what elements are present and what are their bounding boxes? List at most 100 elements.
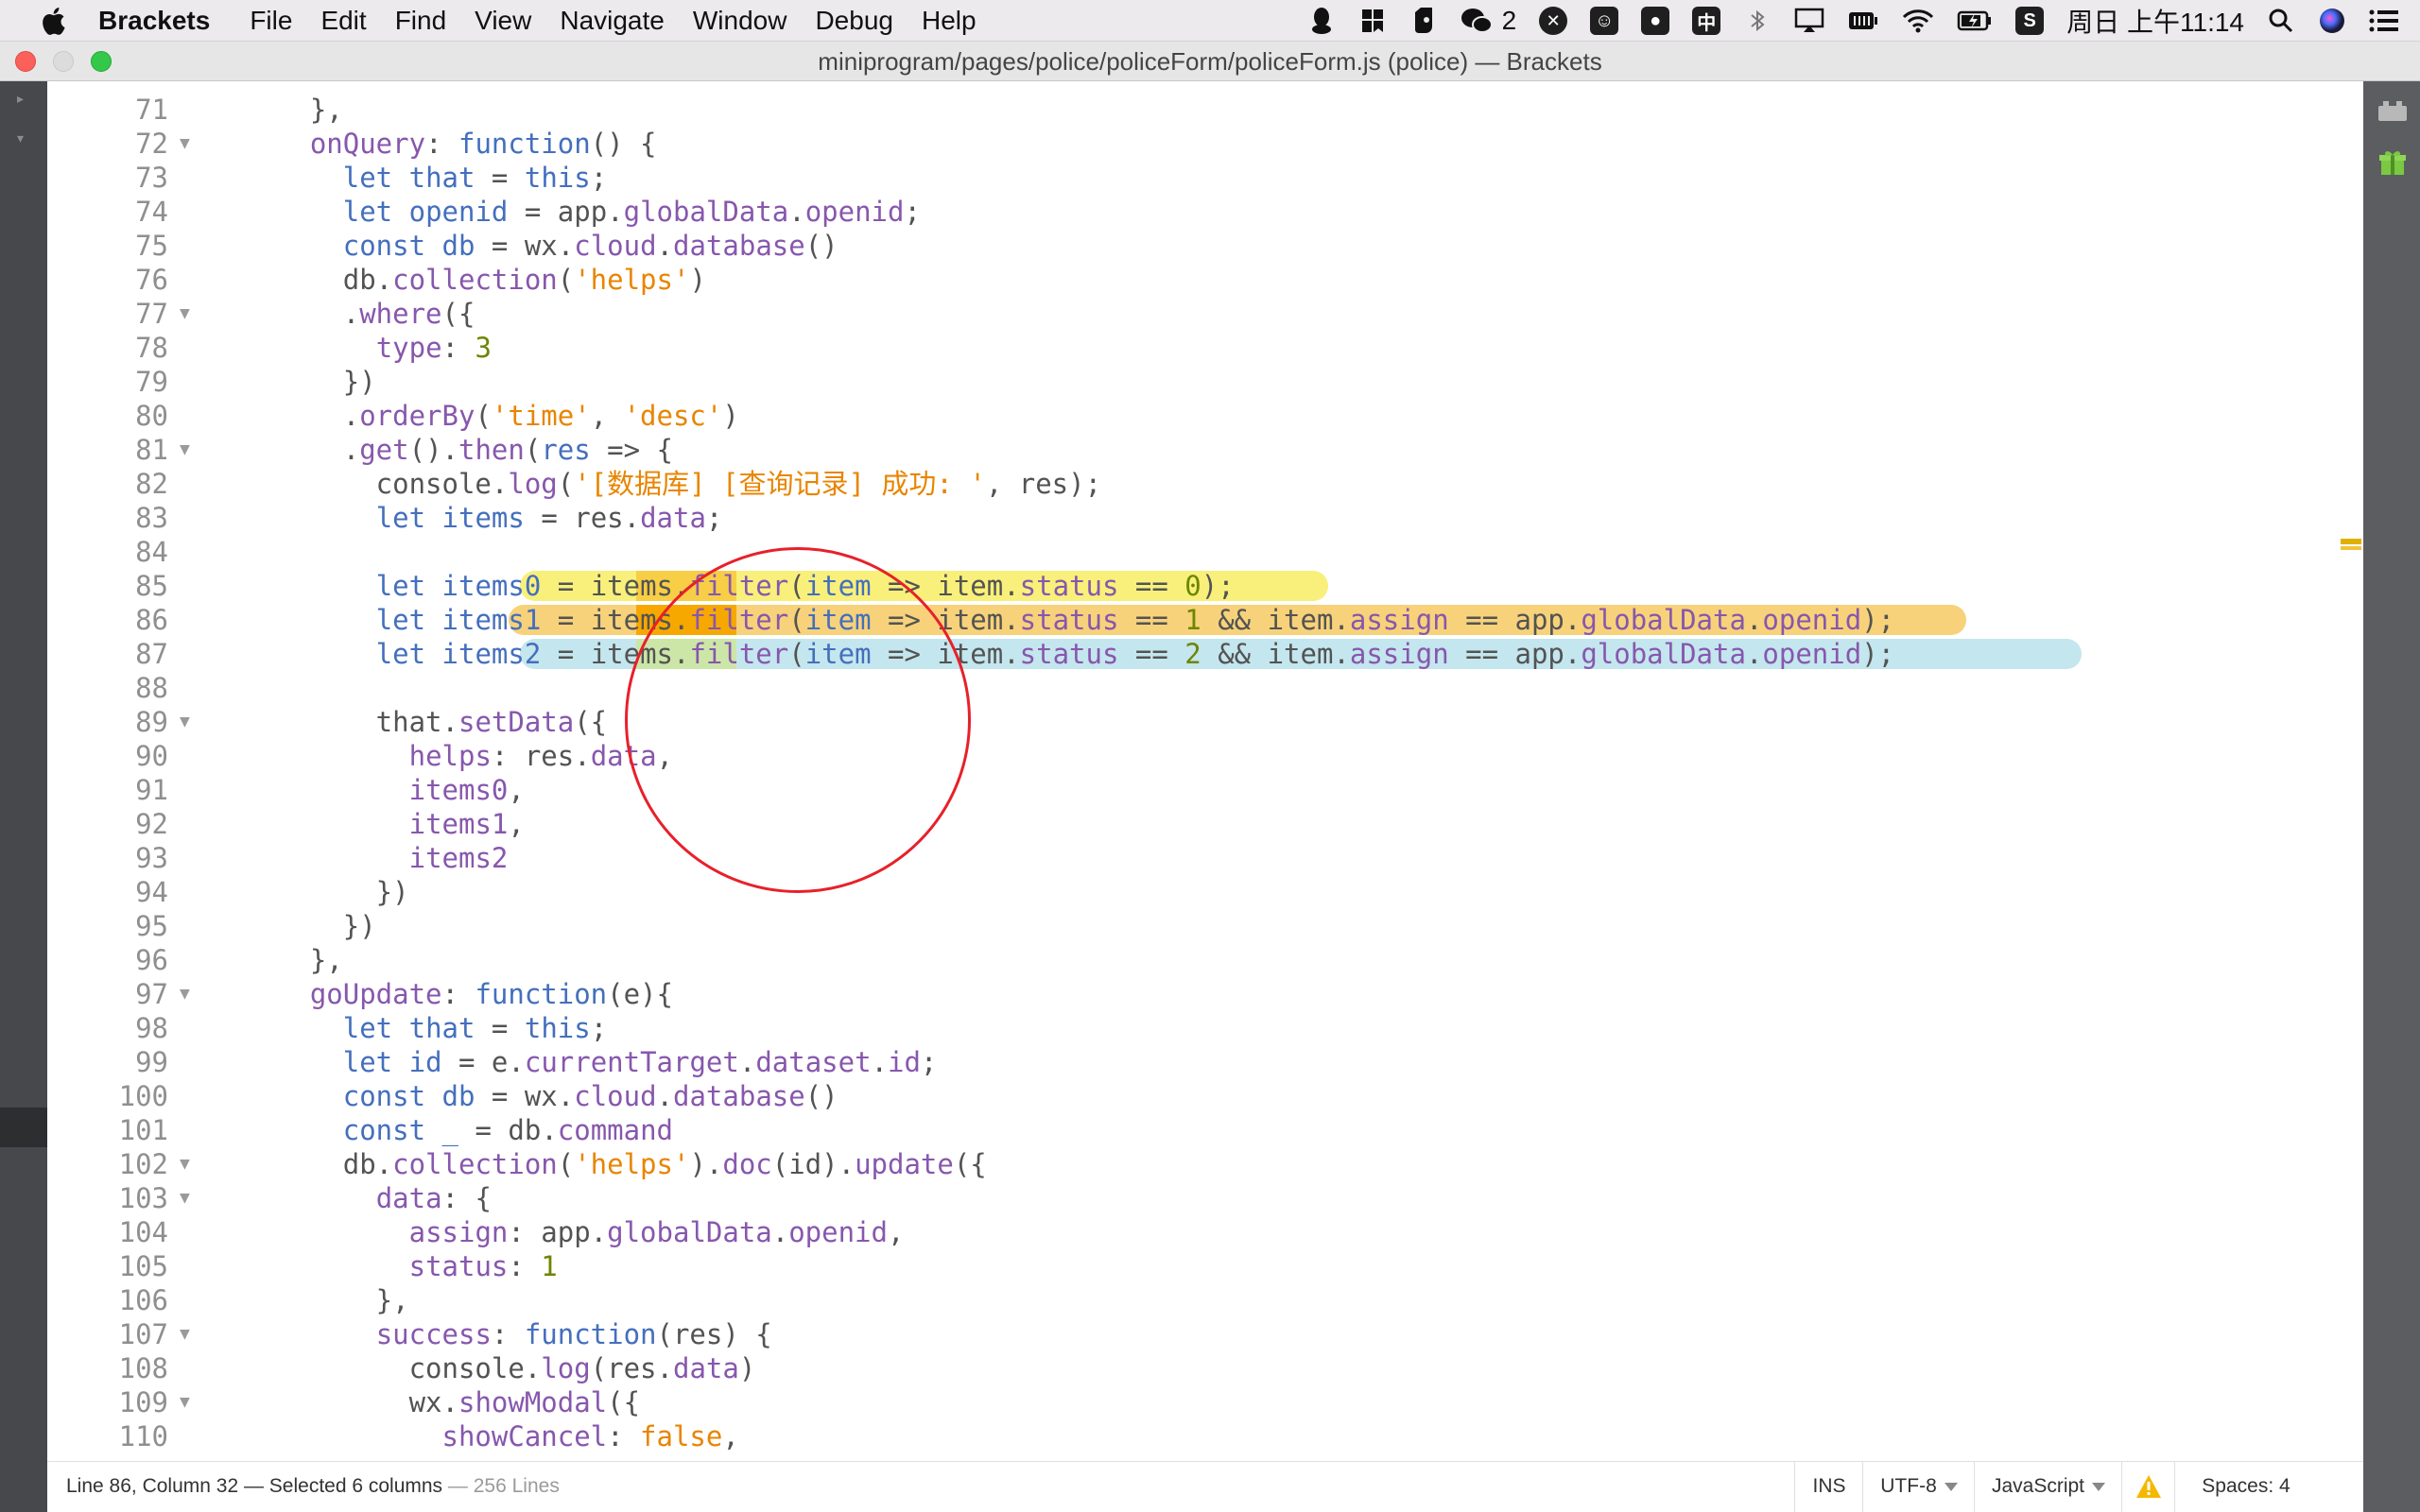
evernote-icon[interactable] bbox=[1409, 7, 1438, 35]
menu-file[interactable]: File bbox=[250, 6, 292, 36]
code-token: that bbox=[408, 162, 475, 194]
spotlight-icon[interactable] bbox=[2267, 7, 2295, 35]
s-app-icon[interactable]: S bbox=[2015, 7, 2045, 35]
cursor-position[interactable]: Line 86, Column 32 — Selected 6 columns … bbox=[66, 1462, 560, 1511]
code-token: . bbox=[244, 434, 360, 466]
menu-help[interactable]: Help bbox=[922, 6, 977, 36]
notification-center-icon[interactable] bbox=[2369, 7, 2399, 35]
code-token: let bbox=[375, 604, 426, 636]
menu-debug[interactable]: Debug bbox=[815, 6, 893, 36]
emoji-icon[interactable]: ☺ bbox=[1590, 7, 1619, 35]
line-number: 77 bbox=[135, 298, 168, 330]
fold-toggle-icon[interactable]: ▼ bbox=[180, 433, 190, 467]
fold-toggle-icon[interactable]: ▼ bbox=[180, 705, 190, 739]
line-number: 99 bbox=[135, 1046, 168, 1078]
code-editor[interactable]: 71 }, 72 ▼ onQuery: function() {73 let tha… bbox=[47, 81, 2363, 1461]
code-token: function bbox=[458, 128, 591, 160]
code-text: const db = wx.cloud.database() bbox=[244, 229, 838, 263]
fold-toggle-icon[interactable]: ▼ bbox=[180, 977, 190, 1011]
code-token: ; bbox=[705, 502, 723, 534]
code-token: openid bbox=[804, 196, 905, 228]
sidebar-selected-item[interactable] bbox=[0, 1108, 47, 1147]
sidebar[interactable]: ▸ ▾ bbox=[0, 81, 47, 1512]
code-token: && item. bbox=[1201, 638, 1350, 670]
airplay-icon[interactable] bbox=[1794, 7, 1824, 35]
language-select[interactable]: JavaScript bbox=[1974, 1462, 2122, 1512]
line-number: 100 bbox=[118, 1080, 168, 1112]
battery-icon[interactable] bbox=[1847, 7, 1879, 35]
macos-menubar: Brackets File Edit Find View Navigate Wi… bbox=[0, 0, 2420, 42]
spaces-value[interactable]: 4 bbox=[2279, 1475, 2290, 1497]
code-token: items0 bbox=[408, 774, 509, 806]
chevron-down-icon bbox=[1944, 1482, 1958, 1491]
insert-mode-toggle[interactable]: INS bbox=[1794, 1462, 1863, 1512]
code-token: data bbox=[672, 1352, 739, 1384]
code-token: let bbox=[342, 162, 393, 194]
line-number: 110 bbox=[118, 1420, 168, 1452]
line-number: 73 bbox=[135, 162, 168, 194]
fold-toggle-icon[interactable]: ▼ bbox=[180, 127, 190, 161]
menu-view[interactable]: View bbox=[475, 6, 531, 36]
line-number: 76 bbox=[135, 264, 168, 296]
siri-icon[interactable] bbox=[2318, 7, 2346, 35]
clock[interactable]: 周日 上午11:14 bbox=[2066, 2, 2244, 40]
fold-toggle-icon[interactable]: ▼ bbox=[180, 1147, 190, 1181]
fold-toggle-icon[interactable]: ▼ bbox=[180, 1385, 190, 1419]
apple-menu-icon[interactable] bbox=[34, 7, 72, 35]
code-token: }, bbox=[244, 1284, 409, 1316]
code-token: db. bbox=[244, 264, 393, 296]
encoding-select[interactable]: UTF-8 bbox=[1862, 1462, 1975, 1512]
code-token: let bbox=[342, 1012, 393, 1044]
warning-icon bbox=[2136, 1475, 2161, 1499]
code-token: = e. bbox=[441, 1046, 525, 1078]
code-token: (e){ bbox=[607, 978, 673, 1010]
fold-toggle-icon[interactable]: ▼ bbox=[180, 1317, 190, 1351]
mic-icon[interactable]: ● bbox=[1641, 7, 1670, 35]
fold-toggle-icon[interactable]: ▼ bbox=[180, 1181, 190, 1215]
menu-find[interactable]: Find bbox=[395, 6, 446, 36]
code-token: let bbox=[375, 502, 426, 534]
bookmark-icon[interactable] bbox=[1358, 7, 1387, 35]
code-text: }) bbox=[244, 365, 376, 399]
scrollbar-match-marker[interactable] bbox=[2341, 546, 2361, 550]
code-text: status: 1 bbox=[244, 1249, 558, 1283]
scrollbar-match-marker[interactable] bbox=[2341, 539, 2361, 544]
code-token: openid bbox=[788, 1216, 888, 1248]
live-preview-icon[interactable] bbox=[2377, 147, 2409, 180]
code-token: == bbox=[1118, 604, 1185, 636]
menu-app-name[interactable]: Brackets bbox=[98, 6, 210, 36]
code-token: collection bbox=[392, 264, 558, 296]
code-token: = bbox=[475, 162, 525, 194]
extension-manager-icon[interactable] bbox=[2377, 94, 2409, 127]
fold-toggle-icon[interactable]: ▼ bbox=[180, 297, 190, 331]
sidebar-expand-icon[interactable]: ▸ bbox=[17, 91, 24, 107]
indent-settings[interactable]: Spaces: 4 bbox=[2174, 1462, 2317, 1512]
menu-window[interactable]: Window bbox=[693, 6, 787, 36]
input-method-icon[interactable]: 中 bbox=[1692, 7, 1721, 35]
wifi-icon[interactable] bbox=[1902, 7, 1934, 35]
spaces-label: Spaces: bbox=[2202, 1475, 2274, 1497]
wechat-icon[interactable]: 2 bbox=[1461, 6, 1516, 35]
menu-edit[interactable]: Edit bbox=[320, 6, 366, 36]
linter-warning-button[interactable] bbox=[2121, 1462, 2175, 1512]
code-token: ). bbox=[689, 1148, 723, 1180]
code-token: let bbox=[342, 196, 393, 228]
code-token: items1 bbox=[441, 604, 542, 636]
app-icon[interactable]: ✕ bbox=[1539, 7, 1568, 35]
battery-charging-icon[interactable] bbox=[1957, 7, 1993, 35]
bluetooth-icon[interactable] bbox=[1743, 7, 1772, 35]
code-text: .where({ bbox=[244, 297, 475, 331]
code-token: , bbox=[508, 774, 525, 806]
menu-navigate[interactable]: Navigate bbox=[560, 6, 665, 36]
code-token: 'helps' bbox=[574, 1148, 690, 1180]
sidebar-collapse-icon[interactable]: ▾ bbox=[17, 130, 24, 146]
code-token: status bbox=[1019, 604, 1119, 636]
code-token: . bbox=[244, 298, 360, 330]
code-token: ) bbox=[689, 264, 706, 296]
code-token: showCancel bbox=[441, 1420, 608, 1452]
code-text: }, bbox=[244, 93, 343, 127]
qq-icon[interactable] bbox=[1307, 7, 1336, 35]
code-token: get bbox=[359, 434, 409, 466]
